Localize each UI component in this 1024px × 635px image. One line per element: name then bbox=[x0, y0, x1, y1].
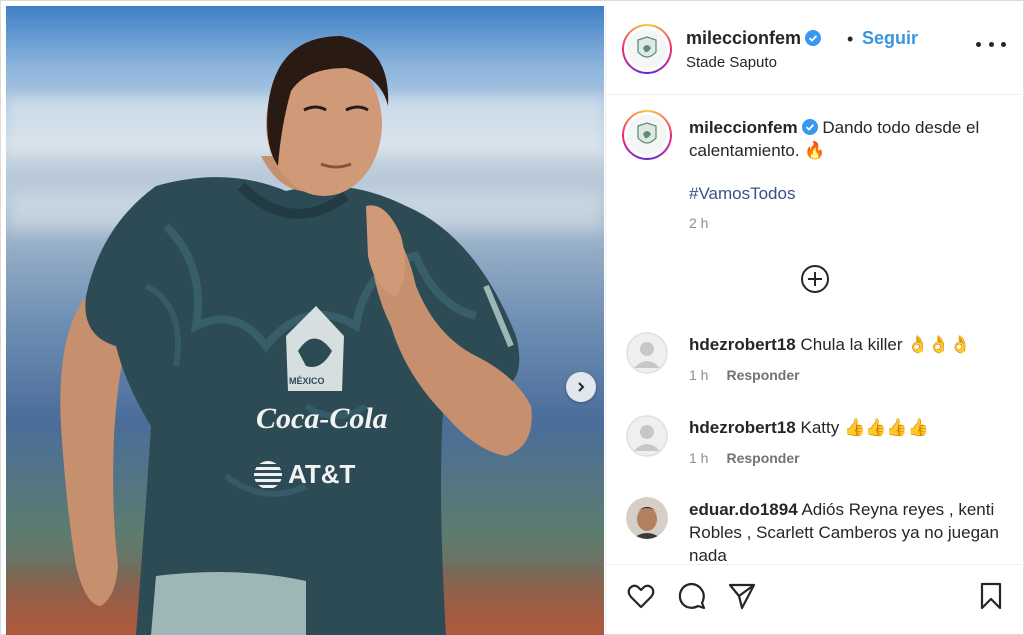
carousel-next-button[interactable] bbox=[566, 372, 596, 402]
comment-username[interactable]: hdezrobert18 bbox=[689, 418, 796, 437]
comment-timestamp: 1 h bbox=[689, 367, 709, 383]
athlete-illustration bbox=[60, 36, 532, 635]
account-avatar[interactable] bbox=[622, 24, 672, 74]
caption-avatar[interactable] bbox=[622, 110, 672, 160]
att-globe-icon bbox=[254, 460, 282, 489]
jersey-sponsor-att: AT&T bbox=[254, 459, 355, 490]
caption-text: mileccionfem Dando todo desde el calenta… bbox=[689, 116, 1009, 162]
comment-username[interactable]: eduar.do1894 bbox=[689, 500, 798, 519]
paper-plane-icon bbox=[728, 583, 756, 610]
verified-badge-icon bbox=[805, 30, 822, 46]
account-username[interactable]: mileccionfem bbox=[686, 28, 822, 49]
caption-timestamp: 2 h bbox=[689, 215, 709, 231]
caption-username[interactable]: mileccionfem bbox=[689, 118, 798, 137]
follow-button[interactable]: Seguir bbox=[862, 28, 918, 49]
share-button[interactable] bbox=[727, 581, 757, 611]
post-location[interactable]: Stade Saputo bbox=[686, 54, 777, 71]
post-header: mileccionfem • Seguir Stade Saputo bbox=[606, 6, 1024, 95]
comment-text: eduar.do1894 Adiós Reyna reyes , kenti R… bbox=[689, 498, 1009, 567]
reply-button[interactable]: Responder bbox=[726, 367, 799, 383]
user-photo-avatar-icon bbox=[626, 497, 668, 539]
comment-button[interactable] bbox=[677, 581, 707, 611]
comment-avatar[interactable] bbox=[626, 497, 668, 539]
jersey-sponsor-cocacola: Coca-Cola bbox=[256, 402, 388, 435]
save-button[interactable] bbox=[976, 581, 1006, 611]
bookmark-icon bbox=[980, 582, 1002, 610]
comment-body: Katty 👍👍👍👍 bbox=[800, 418, 929, 437]
post-photo[interactable]: Coca-Cola AT&T MÉXICO bbox=[6, 6, 604, 635]
comment-icon bbox=[678, 582, 706, 610]
like-button[interactable] bbox=[626, 581, 656, 611]
account-username-text: mileccionfem bbox=[686, 28, 802, 48]
chevron-right-icon bbox=[578, 382, 585, 392]
comment-avatar[interactable] bbox=[626, 332, 668, 374]
load-more-comments-button[interactable] bbox=[800, 264, 830, 294]
caption-hashtag[interactable]: #VamosTodos bbox=[689, 184, 795, 204]
comment-meta: 1 h Responder bbox=[689, 367, 800, 383]
comment-meta: 1 h Responder bbox=[689, 450, 800, 466]
att-wordmark: AT&T bbox=[288, 459, 356, 489]
team-crest-icon bbox=[637, 122, 657, 144]
more-options-button[interactable] bbox=[976, 34, 1006, 54]
post-sidebar: mileccionfem • Seguir Stade Saputo milec… bbox=[605, 6, 1024, 635]
reply-button[interactable]: Responder bbox=[726, 450, 799, 466]
comment-timestamp: 1 h bbox=[689, 450, 709, 466]
comment-text: hdezrobert18 Chula la killer 👌👌👌 bbox=[689, 333, 1009, 356]
comment-avatar[interactable] bbox=[626, 415, 668, 457]
heart-icon bbox=[627, 584, 655, 609]
verified-badge-icon bbox=[801, 119, 818, 135]
header-separator: • bbox=[847, 29, 854, 49]
more-options-icon bbox=[976, 41, 981, 47]
post-actions-bar bbox=[606, 564, 1024, 635]
comment-username[interactable]: hdezrobert18 bbox=[689, 335, 796, 354]
plus-circle-icon bbox=[801, 265, 829, 293]
comment-text: hdezrobert18 Katty 👍👍👍👍 bbox=[689, 416, 1009, 439]
crest-label: MÉXICO bbox=[289, 376, 325, 386]
comment-body: Chula la killer 👌👌👌 bbox=[800, 335, 971, 354]
default-avatar-icon bbox=[626, 332, 668, 374]
team-crest-icon bbox=[637, 36, 657, 58]
default-avatar-icon bbox=[626, 415, 668, 457]
